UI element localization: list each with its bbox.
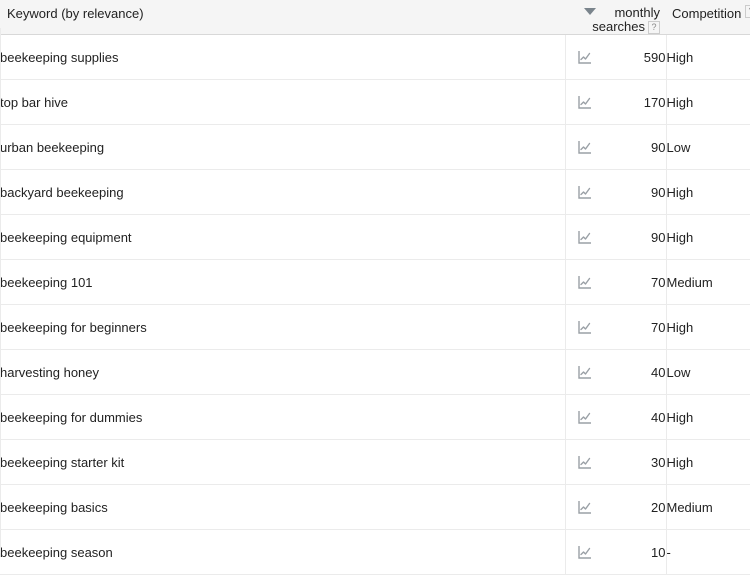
keyword-cell[interactable]: beekeeping basics (0, 484, 566, 530)
table-header-row: Keyword (by relevance) monthly searches?… (0, 0, 750, 35)
keyword-cell[interactable]: harvesting honey (0, 349, 566, 395)
table-left-border (0, 28, 1, 553)
competition-value: High (666, 319, 694, 335)
column-header-monthly-searches[interactable]: monthly searches? (565, 0, 666, 35)
keyword-cell[interactable]: urban beekeeping (0, 124, 566, 170)
keyword-text: beekeeping equipment (0, 229, 132, 245)
keyword-text: backyard beekeeping (0, 184, 124, 200)
monthly-searches-cell: 40 (565, 349, 667, 395)
monthly-searches-value: 20 (651, 499, 666, 515)
competition-cell: High (666, 439, 750, 485)
competition-value: High (666, 454, 694, 470)
monthly-searches-value: 90 (651, 184, 666, 200)
keyword-cell[interactable]: beekeeping 101 (0, 259, 566, 305)
column-header-searches-line1: monthly (614, 5, 660, 20)
keyword-cell[interactable]: beekeeping supplies (0, 34, 566, 80)
keyword-text: beekeeping basics (0, 499, 108, 515)
keyword-cell[interactable]: beekeeping starter kit (0, 439, 566, 485)
sort-descending-triangle-icon[interactable] (584, 8, 596, 15)
column-header-keyword-label: Keyword (by relevance) (7, 6, 144, 21)
table-row[interactable]: top bar hive 170 High (0, 79, 750, 125)
monthly-searches-cell: 170 (565, 79, 667, 125)
keyword-text: beekeeping starter kit (0, 454, 125, 470)
monthly-searches-value: 90 (651, 139, 666, 155)
keyword-cell[interactable]: beekeeping for dummies (0, 394, 566, 440)
competition-value: - (666, 544, 671, 560)
competition-value: Medium (666, 499, 713, 515)
table-row[interactable]: beekeeping starter kit 30 High (0, 439, 750, 485)
competition-value: High (666, 229, 694, 245)
competition-cell: High (666, 169, 750, 215)
competition-value: High (666, 94, 694, 110)
column-header-competition-label: Competition (672, 6, 742, 21)
table-row[interactable]: beekeeping 101 70 Medium (0, 259, 750, 305)
table-body: beekeeping supplies 590 High top bar hive 17… (0, 34, 750, 575)
table-row[interactable]: urban beekeeping 90 Low (0, 124, 750, 170)
keyword-ideas-table: Keyword (by relevance) monthly searches?… (0, 0, 750, 575)
competition-cell: Low (666, 349, 750, 395)
table-row[interactable]: backyard beekeeping 90 High (0, 169, 750, 215)
keyword-text: top bar hive (0, 94, 68, 110)
monthly-searches-cell: 30 (565, 439, 667, 485)
table-row[interactable]: beekeeping basics 20 Medium (0, 484, 750, 530)
monthly-searches-cell: 90 (565, 124, 667, 170)
column-header-keyword[interactable]: Keyword (by relevance) (0, 0, 566, 35)
table-row[interactable]: beekeeping for beginners 70 High (0, 304, 750, 350)
competition-value: High (666, 409, 694, 425)
table-header: Keyword (by relevance) monthly searches?… (0, 0, 750, 35)
competition-cell: High (666, 34, 750, 80)
keyword-cell[interactable]: beekeeping equipment (0, 214, 566, 260)
competition-cell: Medium (666, 484, 750, 530)
competition-value: High (666, 49, 694, 65)
keyword-text: beekeeping for beginners (0, 319, 147, 335)
keyword-cell[interactable]: backyard beekeeping (0, 169, 566, 215)
monthly-searches-value: 30 (651, 454, 666, 470)
help-icon-searches[interactable]: ? (648, 21, 660, 34)
keyword-text: beekeeping supplies (0, 49, 119, 65)
monthly-searches-value: 40 (651, 409, 666, 425)
keyword-text: beekeeping 101 (0, 274, 93, 290)
table-row[interactable]: beekeeping season 10- (0, 529, 750, 575)
monthly-searches-value: 170 (643, 94, 666, 110)
monthly-searches-value: 590 (643, 49, 666, 65)
monthly-searches-value: 70 (651, 319, 666, 335)
competition-cell: Low (666, 124, 750, 170)
monthly-searches-cell: 90 (565, 214, 667, 260)
help-icon-competition[interactable]: ? (745, 5, 750, 18)
monthly-searches-cell: 70 (565, 259, 667, 305)
monthly-searches-value: 40 (651, 364, 666, 380)
monthly-searches-value: 70 (651, 274, 666, 290)
competition-value: High (666, 184, 694, 200)
keyword-text: beekeeping season (0, 544, 113, 560)
competition-cell: High (666, 214, 750, 260)
keyword-text: beekeeping for dummies (0, 409, 143, 425)
competition-value: Low (666, 139, 691, 155)
table-row[interactable]: harvesting honey 40 Low (0, 349, 750, 395)
monthly-searches-cell: 70 (565, 304, 667, 350)
keyword-cell[interactable]: top bar hive (0, 79, 566, 125)
monthly-searches-cell: 40 (565, 394, 667, 440)
competition-cell: High (666, 394, 750, 440)
competition-cell: Medium (666, 259, 750, 305)
column-header-competition[interactable]: Competition ? (666, 0, 750, 35)
keyword-text: urban beekeeping (0, 139, 105, 155)
table-row[interactable]: beekeeping supplies 590 High (0, 34, 750, 80)
keyword-text: harvesting honey (0, 364, 100, 380)
keyword-cell[interactable]: beekeeping for beginners (0, 304, 566, 350)
competition-value: Low (666, 364, 691, 380)
monthly-searches-cell: 90 (565, 169, 667, 215)
competition-cell: - (666, 529, 750, 575)
column-header-searches-line2: searches (592, 19, 645, 34)
monthly-searches-cell: 10 (565, 529, 667, 575)
competition-cell: High (666, 304, 750, 350)
monthly-searches-value: 10 (651, 544, 666, 560)
table-row[interactable]: beekeeping equipment 90 High (0, 214, 750, 260)
monthly-searches-cell: 590 (565, 34, 667, 80)
monthly-searches-cell: 20 (565, 484, 667, 530)
monthly-searches-value: 90 (651, 229, 666, 245)
table-row[interactable]: beekeeping for dummies 40 High (0, 394, 750, 440)
keyword-cell[interactable]: beekeeping season (0, 529, 566, 575)
competition-cell: High (666, 79, 750, 125)
competition-value: Medium (666, 274, 713, 290)
